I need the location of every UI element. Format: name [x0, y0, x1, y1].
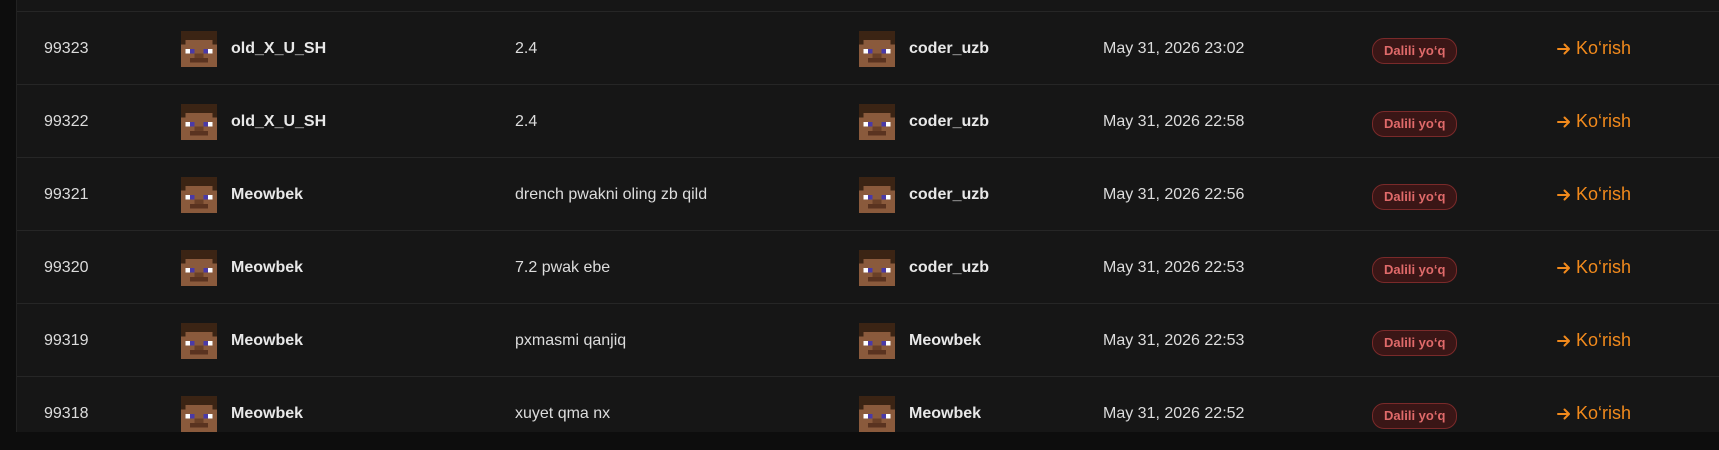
- arrow-right-icon: [1557, 408, 1570, 419]
- status-badge: Dalili yo‘q: [1372, 256, 1458, 283]
- date-text: May 31, 2026 22:58: [1103, 112, 1245, 130]
- view-label: Ko‘rish: [1576, 111, 1632, 131]
- admin-avatar-icon: [859, 249, 895, 286]
- user-cell[interactable]: Meowbek: [181, 158, 303, 231]
- player-avatar-icon: [181, 176, 217, 213]
- row-id: 99319: [44, 331, 89, 349]
- row-id: 99323: [44, 39, 89, 57]
- player-avatar-icon: [181, 322, 217, 359]
- username: old_X_U_SH: [231, 112, 327, 130]
- view-label: Ko‘rish: [1576, 38, 1632, 58]
- admin-name: Meowbek: [909, 404, 982, 422]
- reason-text: pxmasmi qanjiq: [515, 331, 627, 349]
- reason-text: 2.4: [515, 112, 538, 130]
- view-label: Ko‘rish: [1576, 257, 1632, 277]
- date-text: May 31, 2026 23:02: [1103, 39, 1245, 57]
- status-badge: Dalili yo‘q: [1372, 183, 1458, 210]
- view-label: Ko‘rish: [1576, 330, 1632, 350]
- admin-cell[interactable]: Meowbek: [859, 304, 981, 377]
- admin-avatar-icon: [859, 30, 895, 67]
- table-row: 99319 Meowbek pxmasmi qanjiq Meowbek May…: [17, 303, 1719, 377]
- admin-cell[interactable]: coder_uzb: [859, 12, 989, 85]
- arrow-right-icon: [1557, 262, 1570, 273]
- status-badge: Dalili yo‘q: [1372, 402, 1458, 429]
- admin-name: coder_uzb: [909, 185, 990, 203]
- date-text: May 31, 2026 22:53: [1103, 258, 1245, 276]
- row-id: 99321: [44, 185, 89, 203]
- admin-avatar-icon: [859, 395, 895, 432]
- view-button[interactable]: Ko‘rish: [1556, 184, 1631, 205]
- arrow-right-icon: [1557, 189, 1570, 200]
- player-avatar-icon: [181, 103, 217, 140]
- user-cell[interactable]: old_X_U_SH: [181, 85, 326, 158]
- punishments-table: 99323 old_X_U_SH 2.4 coder_uzb May 31, 2…: [16, 0, 1719, 432]
- username: Meowbek: [231, 185, 304, 203]
- reason-text: xuyet qma nx: [515, 404, 611, 422]
- player-avatar-icon: [181, 249, 217, 286]
- player-avatar-icon: [181, 30, 217, 67]
- date-text: May 31, 2026 22:56: [1103, 185, 1245, 203]
- status-badge: Dalili yo‘q: [1372, 110, 1458, 137]
- view-button[interactable]: Ko‘rish: [1556, 403, 1631, 424]
- table-row: 99323 old_X_U_SH 2.4 coder_uzb May 31, 2…: [17, 11, 1719, 85]
- reason-text: 2.4: [515, 39, 538, 57]
- admin-cell[interactable]: Meowbek: [859, 377, 981, 450]
- view-label: Ko‘rish: [1576, 184, 1632, 204]
- table-row: 99318 Meowbek xuyet qma nx Meowbek May 3…: [17, 376, 1719, 450]
- row-id: 99320: [44, 258, 89, 276]
- row-id: 99318: [44, 404, 89, 422]
- status-badge: Dalili yo‘q: [1372, 329, 1458, 356]
- admin-name: coder_uzb: [909, 39, 990, 57]
- view-button[interactable]: Ko‘rish: [1556, 38, 1631, 59]
- view-button[interactable]: Ko‘rish: [1556, 257, 1631, 278]
- username: Meowbek: [231, 258, 304, 276]
- user-cell[interactable]: Meowbek: [181, 231, 303, 304]
- arrow-right-icon: [1557, 116, 1570, 127]
- admin-cell[interactable]: coder_uzb: [859, 158, 989, 231]
- admin-avatar-icon: [859, 322, 895, 359]
- admin-avatar-icon: [859, 103, 895, 140]
- table-row: 99321 Meowbek drench pwakni oling zb qil…: [17, 157, 1719, 231]
- reason-text: 7.2 pwak ebe: [515, 258, 611, 276]
- user-cell[interactable]: old_X_U_SH: [181, 12, 326, 85]
- admin-cell[interactable]: coder_uzb: [859, 85, 989, 158]
- admin-cell[interactable]: coder_uzb: [859, 231, 989, 304]
- table-row: 99320 Meowbek 7.2 pwak ebe coder_uzb May…: [17, 230, 1719, 304]
- username: Meowbek: [231, 404, 304, 422]
- view-button[interactable]: Ko‘rish: [1556, 330, 1631, 351]
- user-cell[interactable]: Meowbek: [181, 377, 303, 450]
- admin-name: Meowbek: [909, 331, 982, 349]
- user-cell[interactable]: Meowbek: [181, 304, 303, 377]
- player-avatar-icon: [181, 395, 217, 432]
- date-text: May 31, 2026 22:52: [1103, 404, 1245, 422]
- row-id: 99322: [44, 112, 89, 130]
- username: Meowbek: [231, 331, 304, 349]
- username: old_X_U_SH: [231, 39, 327, 57]
- admin-name: coder_uzb: [909, 258, 990, 276]
- arrow-right-icon: [1557, 43, 1570, 54]
- reason-text: drench pwakni oling zb qild: [515, 185, 708, 203]
- table-row: 99322 old_X_U_SH 2.4 coder_uzb May 31, 2…: [17, 84, 1719, 158]
- date-text: May 31, 2026 22:53: [1103, 331, 1245, 349]
- arrow-right-icon: [1557, 335, 1570, 346]
- admin-avatar-icon: [859, 176, 895, 213]
- view-label: Ko‘rish: [1576, 403, 1632, 423]
- status-badge: Dalili yo‘q: [1372, 37, 1458, 64]
- admin-name: coder_uzb: [909, 112, 990, 130]
- view-button[interactable]: Ko‘rish: [1556, 111, 1631, 132]
